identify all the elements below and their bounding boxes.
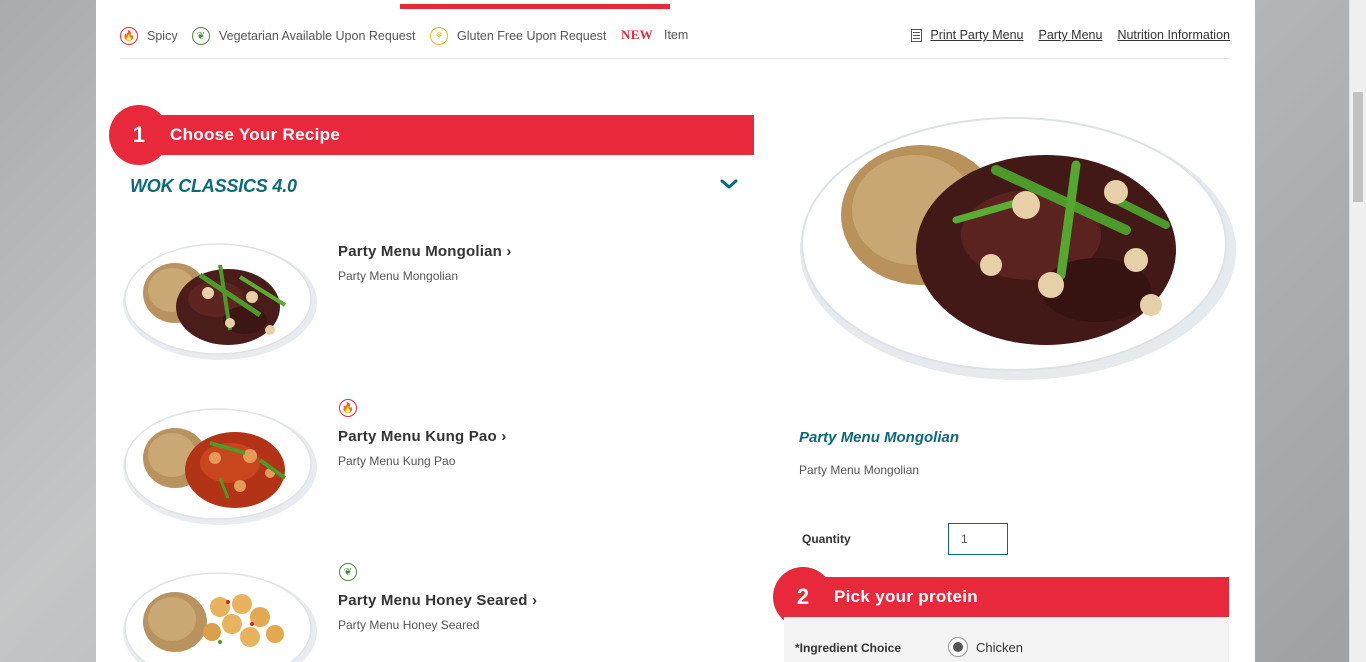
item-name[interactable]: Party Menu Honey Seared › [338,592,537,609]
honey-seared-image[interactable] [120,562,320,662]
chicken-radio[interactable] [948,637,968,657]
active-tab-indicator [400,4,670,9]
chevron-down-icon[interactable] [718,176,740,192]
nutrition-information-link[interactable]: Nutrition Information [1117,28,1230,42]
chevron-right-icon[interactable]: › [506,243,511,260]
selected-dish-image [800,117,1236,380]
page-scrollbar[interactable] [1349,0,1366,662]
item-description: Party Menu Kung Pao [338,454,456,468]
legend-vegetarian-label: Vegetarian Available Upon Request [219,29,416,43]
page-content: 🔥 Spicy ❦ Vegetarian Available Upon Requ… [96,0,1255,662]
print-icon[interactable] [911,28,923,42]
menu-item-mongolian[interactable]: Party Menu Mongolian › Party Menu Mongol… [120,235,750,365]
item-description: Party Menu Mongolian [338,269,459,283]
ingredient-choice-label: *Ingredient Choice [795,641,902,655]
chevron-right-icon[interactable]: › [532,592,537,609]
vegetarian-icon: ❦ [339,563,357,581]
print-party-menu-link[interactable]: Print Party Menu [930,28,1023,42]
quantity-label: Quantity [802,532,851,546]
step1-number: 1 [109,105,169,165]
legend-spicy: 🔥 Spicy [120,27,178,45]
spicy-icon: 🔥 [339,399,357,417]
legend-gluten-free-label: Gluten Free Upon Request [457,29,607,43]
item-description: Party Menu Honey Seared [338,618,480,632]
legend-spicy-label: Spicy [147,29,178,43]
chicken-option-label[interactable]: Chicken [976,640,1023,655]
quantity-input[interactable] [948,523,1008,555]
legend-new-label: Item [663,28,689,42]
selected-item-name: Party Menu Mongolian [799,429,960,446]
menu-item-honey-seared[interactable]: ❦ Party Menu Honey Seared › Party Menu H… [120,562,750,662]
item-name[interactable]: Party Menu Mongolian › [338,243,512,260]
spicy-icon: 🔥 [120,27,138,45]
step2-title: Pick your protein [834,587,978,606]
legend-new: NEW Item [621,27,688,43]
scrollbar-thumb[interactable] [1353,92,1363,202]
legend-vegetarian: ❦ Vegetarian Available Upon Request [192,27,415,45]
legend-links: Print Party Menu Party Menu Nutrition In… [911,28,1230,42]
step1-title: Choose Your Recipe [170,125,341,144]
legend-gluten-free: ⚘ Gluten Free Upon Request [430,27,606,45]
new-badge: NEW [621,27,653,42]
selected-item-description: Party Menu Mongolian [799,463,920,477]
menu-item-kung-pao[interactable]: 🔥 Party Menu Kung Pao › Party Menu Kung … [120,398,750,528]
kung-pao-image[interactable] [120,398,320,528]
item-name[interactable]: Party Menu Kung Pao › [338,428,506,445]
mongolian-image[interactable] [120,235,320,365]
legend-bar: 🔥 Spicy ❦ Vegetarian Available Upon Requ… [120,26,1230,59]
category-title[interactable]: WOK CLASSICS 4.0 [130,176,297,197]
chevron-right-icon[interactable]: › [501,428,506,445]
party-menu-link[interactable]: Party Menu [1039,28,1103,42]
vegetarian-icon: ❦ [192,27,210,45]
ingredient-choice-row: *Ingredient Choice Chicken [784,617,1229,662]
gluten-free-icon: ⚘ [430,27,448,45]
